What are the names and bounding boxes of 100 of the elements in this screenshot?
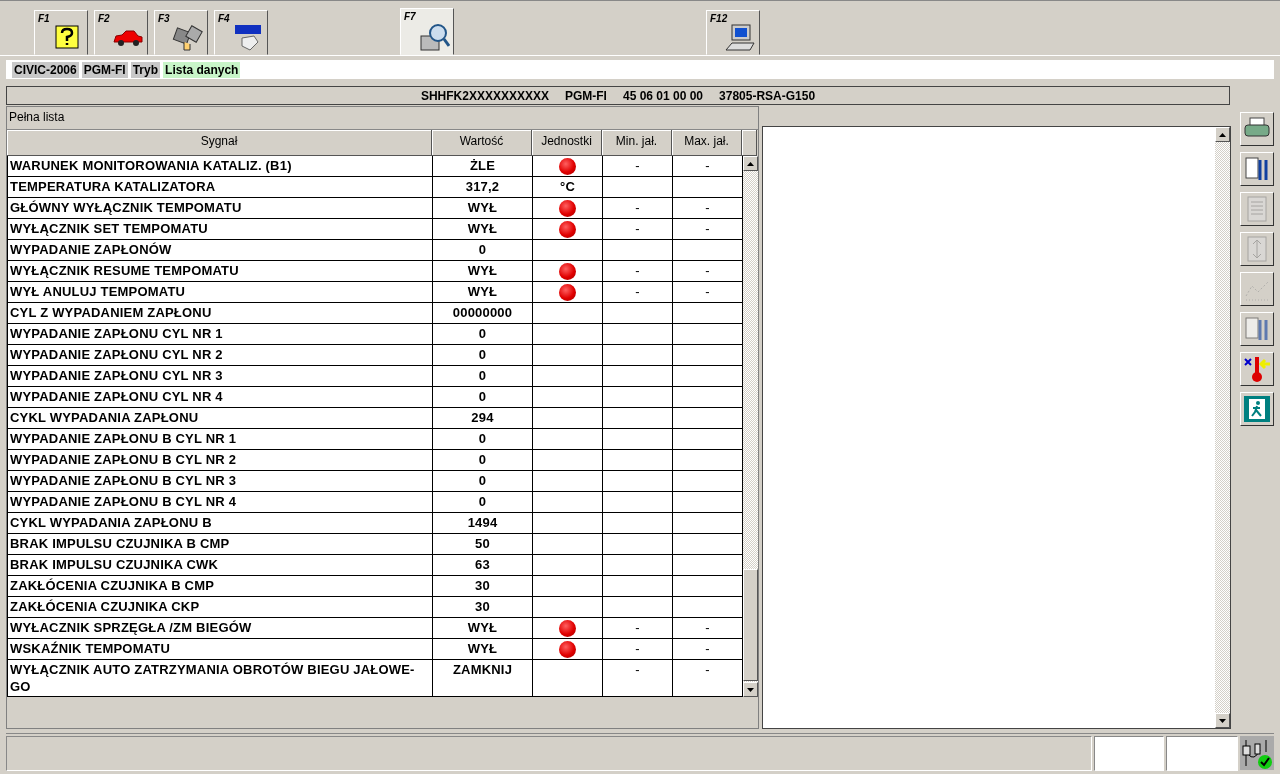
signal-cell: WYPADANIE ZAPŁONÓW	[8, 240, 433, 260]
value-cell: 0	[433, 366, 533, 386]
column-header[interactable]: Jednostki	[532, 130, 602, 156]
min-cell: -	[635, 158, 640, 173]
thermometer-icon	[1242, 354, 1272, 384]
min-cell: -	[635, 284, 640, 299]
value-cell: ŻLE	[433, 156, 533, 176]
connector-icon	[172, 22, 204, 52]
signal-cell: GŁÓWNY WYŁĄCZNIK TEMPOMATU	[8, 198, 433, 218]
value-cell: 0	[433, 324, 533, 344]
up-arrow-icon	[747, 161, 754, 166]
toolbar-tab[interactable]: F12	[706, 10, 760, 55]
vehicle-info: SHHFK2XXXXXXXXXX	[420, 88, 549, 103]
value-cell: 30	[433, 597, 533, 617]
header-corner	[742, 130, 757, 156]
value-cell: 0	[433, 492, 533, 512]
min-cell: -	[635, 662, 640, 677]
scroll-up-button[interactable]	[1215, 127, 1230, 142]
min-cell: -	[635, 200, 640, 215]
column-header[interactable]: Sygnał	[7, 130, 432, 156]
value-cell: WYŁ	[433, 219, 533, 239]
min-cell: -	[635, 641, 640, 656]
signal-cell: WYPADANIE ZAPŁONU B CYL NR 3	[8, 471, 433, 491]
value-cell: 00000000	[433, 303, 533, 323]
status-field	[1166, 736, 1238, 771]
vehicle-info: 45 06 01 00 00	[622, 88, 704, 103]
magnifier-icon	[418, 22, 450, 52]
breadcrumb-item: Lista danych	[163, 61, 241, 78]
breadcrumb-item: PGM-FI	[81, 61, 128, 78]
min-cell: -	[635, 221, 640, 236]
max-cell: -	[705, 200, 710, 215]
value-cell: WYŁ	[433, 618, 533, 638]
vehicle-info: 37805-RSA-G150	[719, 88, 816, 103]
connection-status-icon	[1240, 736, 1274, 770]
tool-button[interactable]	[1240, 392, 1274, 426]
status-field	[1094, 736, 1164, 771]
vehicle-info: PGM-FI	[564, 88, 607, 103]
value-cell: 63	[433, 555, 533, 575]
value-cell: WYŁ	[433, 198, 533, 218]
signal-cell: WSKAŹNIK TEMPOMATU	[8, 639, 433, 659]
signal-cell: TEMPERATURA KATALIZATORA	[8, 177, 433, 197]
value-cell: ZAMKNIJ	[433, 660, 533, 696]
max-cell: -	[705, 158, 710, 173]
signal-cell: WYPADANIE ZAPŁONU CYL NR 3	[8, 366, 433, 386]
tool-button[interactable]	[1240, 352, 1274, 386]
down-arrow-icon	[747, 687, 754, 692]
signal-cell: WYŁĄCZNIK RESUME TEMPOMATU	[8, 261, 433, 281]
value-cell: WYŁ	[433, 639, 533, 659]
up-arrow-icon	[1219, 132, 1226, 137]
signal-cell: WYPADANIE ZAPŁONU CYL NR 4	[8, 387, 433, 407]
scroll-down-button[interactable]	[1215, 713, 1230, 728]
value-cell: 294	[433, 408, 533, 428]
toolbar-tab[interactable]: F4	[214, 10, 268, 55]
column-header[interactable]: Wartość	[432, 130, 532, 156]
signal-cell: WYPADANIE ZAPŁONU B CYL NR 1	[8, 429, 433, 449]
max-cell: -	[705, 284, 710, 299]
signal-cell: WYŁĄCZNIK SET TEMPOMATU	[8, 219, 433, 239]
unit-cell: °C	[560, 179, 575, 194]
value-cell: 1494	[433, 513, 533, 533]
signal-cell: WYPADANIE ZAPŁONU B CYL NR 2	[8, 450, 433, 470]
scroll-up-button[interactable]	[743, 156, 758, 171]
signal-cell: WYŁACZNIK SPRZĘGŁA /ZM BIEGÓW	[8, 618, 433, 638]
signal-cell: CYL Z WYPADANIEM ZAPŁONU	[8, 303, 433, 323]
computer-icon	[724, 22, 756, 52]
scroll-down-button[interactable]	[743, 682, 758, 697]
signal-cell: WYPADANIE ZAPŁONU B CYL NR 4	[8, 492, 433, 512]
signal-cell: ZAKŁÓCENIA CZUJNIKA B CMP	[8, 576, 433, 596]
scrollbar[interactable]	[743, 156, 758, 697]
signal-cell: CYKL WYPADANIA ZAPŁONU B	[8, 513, 433, 533]
column-header[interactable]: Max. jał.	[672, 130, 742, 156]
toolbar-tab[interactable]: F7	[400, 8, 454, 55]
min-cell: -	[635, 620, 640, 635]
value-cell: 30	[433, 576, 533, 596]
signal-cell: BRAK IMPULSU CZUJNIKA CWK	[8, 555, 433, 575]
tool-button[interactable]	[1240, 112, 1274, 146]
scroll-thumb[interactable]	[743, 569, 758, 681]
value-cell: 0	[433, 240, 533, 260]
value-cell: 0	[433, 450, 533, 470]
max-cell: -	[705, 221, 710, 236]
signal-cell: WYŁ ANULUJ TEMPOMATU	[8, 282, 433, 302]
signal-cell: WYŁĄCZNIK AUTO ZATRZYMANIA OBROTÓW BIEGU JAŁOWE-GO	[8, 660, 433, 696]
signal-cell: WYPADANIE ZAPŁONU CYL NR 2	[8, 345, 433, 365]
value-cell: 0	[433, 387, 533, 407]
max-cell: -	[705, 641, 710, 656]
signal-cell: ZAKŁÓCENIA CZUJNIKA CKP	[8, 597, 433, 617]
max-cell: -	[705, 662, 710, 677]
toolbar-tab[interactable]: F3	[154, 10, 208, 55]
signal-cell: BRAK IMPULSU CZUJNIKA B CMP	[8, 534, 433, 554]
down-arrow-icon	[1219, 718, 1226, 723]
value-cell: 317,2	[433, 177, 533, 197]
breadcrumb-item: Tryb	[130, 61, 161, 78]
value-cell: 0	[433, 471, 533, 491]
value-cell: 0	[433, 429, 533, 449]
max-cell: -	[705, 263, 710, 278]
scrollbar[interactable]	[1215, 127, 1230, 728]
value-cell: WYŁ	[433, 282, 533, 302]
toolbar-tab[interactable]: F1	[34, 10, 88, 55]
toolbar-tab[interactable]: F2	[94, 10, 148, 55]
value-cell: WYŁ	[433, 261, 533, 281]
column-header[interactable]: Min. jał.	[602, 130, 672, 156]
